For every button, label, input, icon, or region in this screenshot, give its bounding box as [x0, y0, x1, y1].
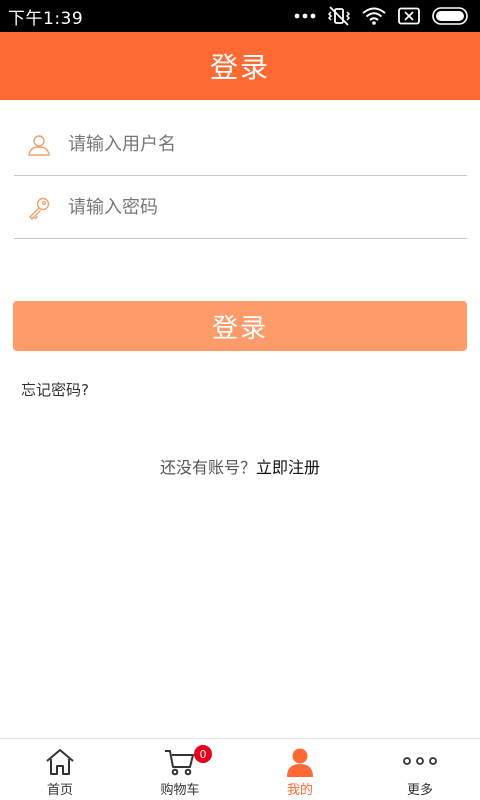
- more-icon: [402, 747, 438, 777]
- sim-off-icon: [398, 7, 420, 25]
- tab-home-label: 首页: [46, 783, 73, 798]
- tab-home[interactable]: 首页: [0, 739, 120, 800]
- register-line: 还没有账号？立即注册: [0, 454, 480, 478]
- person-icon: [286, 747, 314, 777]
- tab-mine-label: 我的: [286, 783, 313, 798]
- username-field-row: [14, 114, 467, 176]
- tab-more[interactable]: 更多: [360, 739, 480, 800]
- login-page: 下午1:39 登录 请输入用户名 登录 忘记密码? 还没有账号？立即注册 首页 …: [0, 0, 480, 800]
- status-time: 下午1:39: [8, 8, 84, 29]
- register-link[interactable]: 立即注册: [256, 458, 320, 477]
- tab-cart[interactable]: 0 购物车: [120, 739, 240, 800]
- battery-icon: [432, 7, 470, 25]
- page-header: 登录: [0, 32, 480, 100]
- register-prompt: 还没有账号？: [159, 458, 256, 477]
- status-bar: 下午1:39: [0, 0, 480, 32]
- cart-badge: 0: [194, 745, 212, 763]
- bottom-tab-bar: 首页 0 购物车 我的 更多: [0, 738, 480, 800]
- status-icons: [294, 6, 470, 26]
- tab-cart-label: 购物车: [160, 783, 200, 798]
- tab-more-label: 更多: [406, 783, 433, 798]
- vibrate-off-icon: [328, 6, 350, 26]
- tab-mine[interactable]: 我的: [240, 739, 360, 800]
- password-field-row: [14, 177, 467, 239]
- more-dots-icon: [294, 13, 316, 19]
- key-icon: [26, 195, 52, 221]
- password-input[interactable]: [68, 197, 428, 218]
- page-title: 登录: [209, 51, 270, 84]
- forgot-password-link[interactable]: 忘记密码?: [21, 379, 89, 400]
- user-icon: [26, 132, 52, 158]
- login-button[interactable]: 登录: [13, 301, 467, 351]
- home-icon: [45, 747, 75, 777]
- username-input[interactable]: [68, 134, 428, 155]
- cart-icon: 0: [164, 745, 212, 777]
- wifi-icon: [362, 7, 386, 25]
